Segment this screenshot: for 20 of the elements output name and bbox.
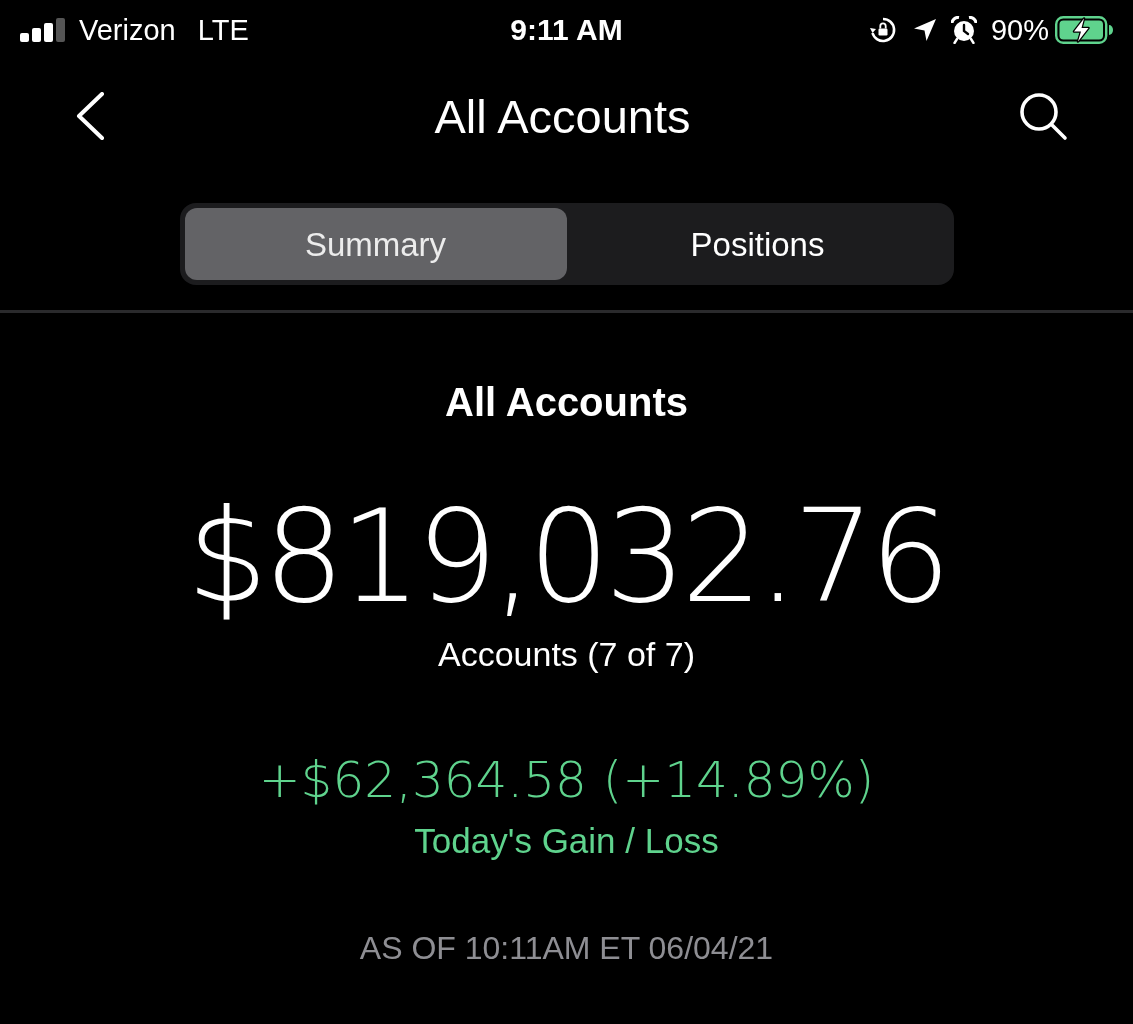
segment-tab[interactable]: Positions [566,208,949,280]
total-value: $819,032.76 [186,493,947,621]
rotation-lock-icon [868,16,897,44]
carrier-name: Verizon [79,15,176,45]
nav-title: All Accounts [434,92,691,140]
search-icon [1018,91,1068,141]
gain-value: +$62,364.58 (+14.89%) [258,755,875,805]
accounts-count: Accounts (7 of 7) [438,637,695,671]
signal-strength-icon [20,18,66,42]
battery-percentage: 90% [990,15,1049,45]
chevron-left-icon [75,92,105,140]
clock-time: 9:11 AM [510,15,623,45]
gain-label: Today's Gain / Loss [414,823,719,858]
as-of-timestamp: AS OF 10:11AM ET 06/04/21 [359,932,774,964]
location-arrow-icon [912,18,937,42]
alarm-clock-icon [950,16,977,44]
summary-heading: All Accounts [445,382,688,422]
segment-tab[interactable]: Summary [184,208,567,280]
battery-charging-icon [1055,16,1113,44]
network-type: LTE [197,15,249,45]
